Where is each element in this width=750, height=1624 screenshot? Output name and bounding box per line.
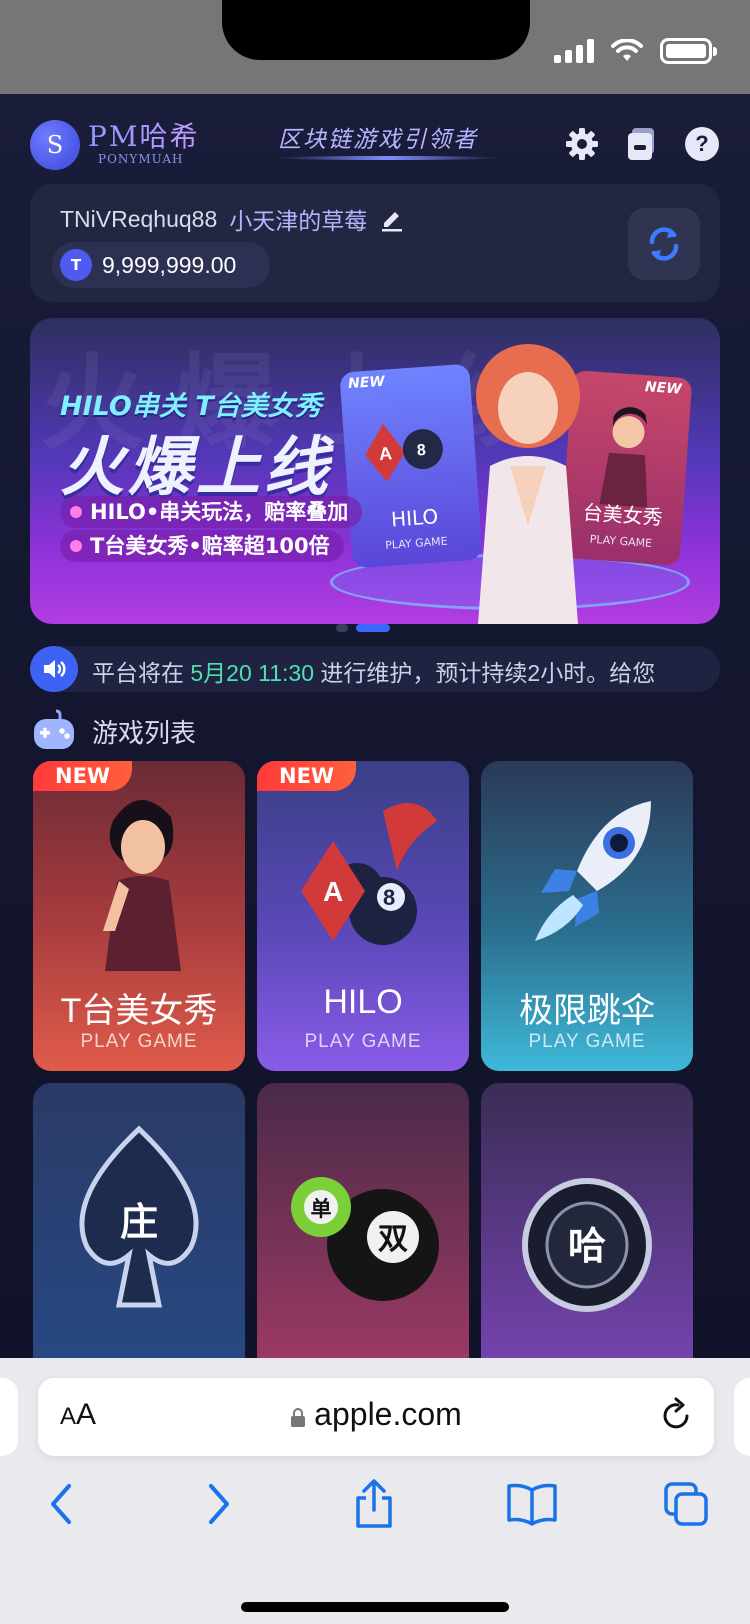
username: TNiVReqhuq88 — [60, 205, 218, 232]
cards-icon: A 8 — [301, 803, 437, 945]
slogan: 区块链游戏引领者 — [278, 120, 498, 170]
new-badge: NEW — [347, 373, 386, 393]
home-indicator — [241, 1602, 509, 1612]
forward-button[interactable] — [188, 1474, 248, 1534]
balance-pill: T 9,999,999.00 — [52, 242, 270, 288]
announcement-suffix: 进行维护，预计持续2小时。给您 — [314, 660, 656, 686]
pagination-dot[interactable] — [336, 624, 348, 632]
game-title: 极限跳伞 — [519, 992, 655, 1030]
balance-amount: 9,999,999.00 — [102, 251, 237, 278]
app-header: S PM哈希 PONYMUAH 区块链游戏引领者 ? — [30, 120, 720, 178]
rocket-icon — [535, 801, 651, 941]
announcement-text: 平台将在 5月20 11:30 进行维护，预计持续2小时。给您 — [92, 654, 655, 688]
section-title: 游戏列表 — [92, 718, 197, 749]
ball-glyph: 双 — [378, 1222, 408, 1257]
svg-text:A: A — [323, 876, 343, 907]
share-icon — [356, 1479, 392, 1528]
announcement-prefix: 平台将在 — [92, 660, 191, 686]
new-badge: NEW — [33, 761, 133, 791]
spade-icon: 庄 — [79, 1125, 199, 1308]
chevron-right-icon — [209, 1484, 229, 1524]
game-tile-banker[interactable]: 庄 — [33, 1083, 245, 1358]
game-tile-odd-even[interactable]: 双 单 — [257, 1083, 469, 1358]
svg-text:8: 8 — [416, 442, 426, 460]
next-tab-peek[interactable] — [734, 1378, 750, 1456]
app-page: S PM哈希 PONYMUAH 区块链游戏引领者 ? TNiVReqhuq88 … — [0, 94, 750, 1358]
game-tile-showgirl[interactable]: NEW T台美女秀 PLAY GAME — [33, 761, 245, 1071]
game-title: T台美女秀 — [60, 992, 218, 1030]
wifi-icon — [611, 39, 643, 61]
url-text: apple.com — [314, 1396, 462, 1432]
logo-icon: S — [30, 120, 80, 170]
gamepad-icon — [34, 709, 74, 749]
wallet-icon — [628, 128, 654, 160]
game-subtitle: PLAY GAME — [304, 1031, 422, 1052]
share-button[interactable] — [344, 1474, 404, 1534]
slogan-text: 区块链游戏引领者 — [278, 127, 478, 153]
question-icon: ? — [685, 127, 719, 161]
back-button[interactable] — [32, 1474, 92, 1534]
tabs-icon — [664, 1482, 708, 1526]
ball-icon: 双 单 — [291, 1177, 439, 1301]
game-tile-hash[interactable]: 哈 — [481, 1083, 693, 1358]
url-display[interactable]: apple.com — [38, 1396, 714, 1433]
account-card: TNiVReqhuq88 小天津的草莓 T 9,999,999.00 — [30, 184, 720, 302]
tabs-button[interactable] — [656, 1474, 716, 1534]
game-subtitle: PLAY GAME — [528, 1031, 646, 1052]
game-tile-skydive[interactable]: 极限跳伞 PLAY GAME — [481, 761, 693, 1071]
reload-icon[interactable] — [656, 1396, 696, 1436]
coin-icon: T — [60, 249, 92, 281]
battery-icon — [660, 38, 717, 64]
game-list-header: 游戏列表 — [30, 704, 196, 758]
status-bar — [0, 0, 750, 94]
banner-title: 火爆上线 — [60, 431, 332, 505]
settings-button[interactable] — [564, 126, 600, 162]
speaker-icon — [30, 646, 78, 692]
banner-feature-1: HILO•串关玩法，赔率叠加 — [60, 496, 363, 528]
cellular-signal-icon — [554, 39, 594, 63]
book-icon — [507, 1483, 557, 1526]
nickname: 小天津的草莓 — [229, 208, 368, 234]
notch — [222, 0, 530, 60]
pagination-dot-active[interactable] — [356, 624, 390, 632]
game-title: HILO — [323, 983, 403, 1021]
game-subtitle: PLAY GAME — [80, 1031, 198, 1052]
address-bar[interactable]: AA apple.com — [38, 1378, 714, 1456]
user-row: TNiVReqhuq88 小天津的草莓 — [60, 202, 405, 236]
new-badge: NEW — [644, 379, 683, 398]
spade-glyph: 庄 — [120, 1200, 158, 1244]
bookmarks-button[interactable] — [502, 1474, 562, 1534]
previous-tab-peek[interactable] — [0, 1378, 18, 1456]
announcement-bar[interactable]: 平台将在 5月20 11:30 进行维护，预计持续2小时。给您 — [30, 646, 720, 692]
lock-icon — [291, 1407, 306, 1427]
logo: PM哈希 PONYMUAH — [88, 120, 200, 166]
wallet-button[interactable] — [624, 126, 660, 162]
small-ball-glyph: 单 — [311, 1197, 332, 1221]
promo-banner[interactable]: 火爆上线 NEW A 8 HILO PLAY GAME NEW 台美女秀 PLA… — [30, 318, 720, 624]
status-icons — [554, 38, 717, 64]
game-tile-hilo[interactable]: A 8 NEW HILO PLAY GAME — [257, 761, 469, 1071]
announcement-time: 5月20 11:30 — [190, 660, 315, 686]
banner-feature-2: T台美女秀•赔率超100倍 — [60, 530, 344, 562]
refresh-icon — [649, 227, 679, 261]
browser-chrome: AA apple.com — [0, 1358, 750, 1624]
edit-nickname-icon[interactable] — [379, 206, 405, 232]
svg-text:8: 8 — [383, 885, 395, 910]
chip-icon: 哈 — [522, 1178, 652, 1312]
chip-glyph: 哈 — [568, 1224, 606, 1268]
help-button[interactable]: ? — [684, 126, 720, 162]
slogan-underline — [278, 156, 498, 160]
chevron-left-icon — [51, 1484, 71, 1524]
logo-title: PM哈希 — [88, 120, 200, 153]
browser-toolbar — [0, 1474, 750, 1550]
showgirl-icon — [103, 799, 181, 971]
refresh-balance-button[interactable] — [628, 208, 700, 280]
banner-pagination — [336, 624, 390, 632]
svg-text:A: A — [378, 443, 392, 464]
banner-character-illustration — [476, 344, 580, 624]
logo-subtitle: PONYMUAH — [98, 152, 184, 166]
new-badge: NEW — [257, 761, 357, 791]
gear-icon — [566, 128, 598, 160]
